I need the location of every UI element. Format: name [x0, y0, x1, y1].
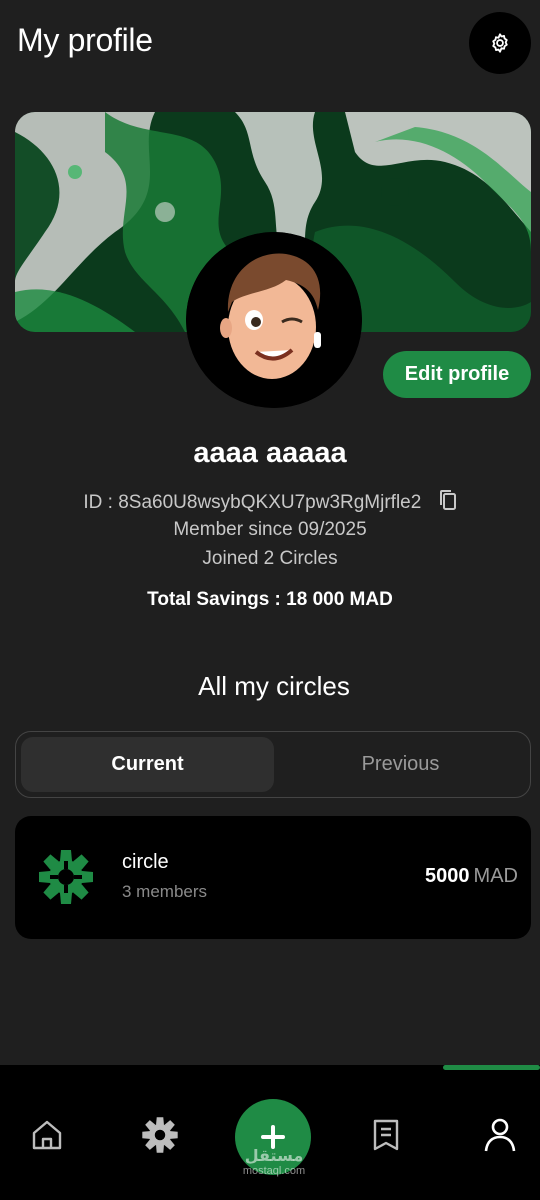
watermark: مستقل mostaql.com — [234, 1148, 314, 1178]
nav-profile[interactable] — [470, 1105, 530, 1165]
circle-name: circle — [122, 851, 169, 873]
home-icon — [32, 1120, 62, 1150]
edit-profile-button[interactable]: Edit profile — [383, 351, 531, 398]
receipt-icon — [373, 1119, 399, 1151]
page-title: My profile — [17, 22, 153, 58]
circles-icon — [142, 1117, 178, 1153]
total-savings: Total Savings : 18 000 MAD — [147, 589, 393, 610]
add-icon — [261, 1125, 285, 1149]
profile-icon — [484, 1118, 516, 1152]
circle-amount-value: 5000 — [425, 865, 470, 887]
circles-tabs: Current Previous — [15, 731, 531, 798]
settings-button[interactable] — [469, 12, 531, 74]
circles-section-title: All my circles — [198, 671, 350, 701]
user-id-row: ID : 8Sa60U8wsybQKXU7pw3RgMjrfle2 — [0, 489, 540, 517]
circle-amount: 5000 MAD — [425, 865, 518, 888]
circle-members: 3 members — [122, 882, 208, 901]
joined-circles: Joined 2 Circles — [202, 548, 338, 569]
member-since: Member since 09/2025 — [173, 519, 367, 540]
circle-card[interactable]: circle 3 members 5000 MAD — [15, 816, 531, 939]
user-name: aaaa aaaaa — [193, 437, 347, 469]
active-tab-indicator — [443, 1065, 540, 1070]
tab-current[interactable]: Current — [21, 737, 274, 792]
copy-icon[interactable] — [439, 489, 457, 517]
circle-amount-currency: MAD — [473, 865, 518, 887]
tab-previous[interactable]: Previous — [274, 737, 527, 792]
user-id: ID : 8Sa60U8wsybQKXU7pw3RgMjrfle2 — [83, 492, 422, 514]
circle-logo-icon — [37, 848, 95, 906]
bottom-nav: مستقل mostaql.com — [0, 1065, 540, 1200]
watermark-latin: mostaql.com — [242, 1165, 306, 1177]
avatar — [186, 232, 362, 408]
watermark-arabic: مستقل — [244, 1148, 304, 1165]
nav-home[interactable] — [17, 1105, 77, 1165]
gear-icon — [492, 33, 508, 53]
header: My profile — [0, 0, 540, 90]
nav-circles[interactable] — [130, 1105, 190, 1165]
nav-receipts[interactable] — [356, 1105, 416, 1165]
